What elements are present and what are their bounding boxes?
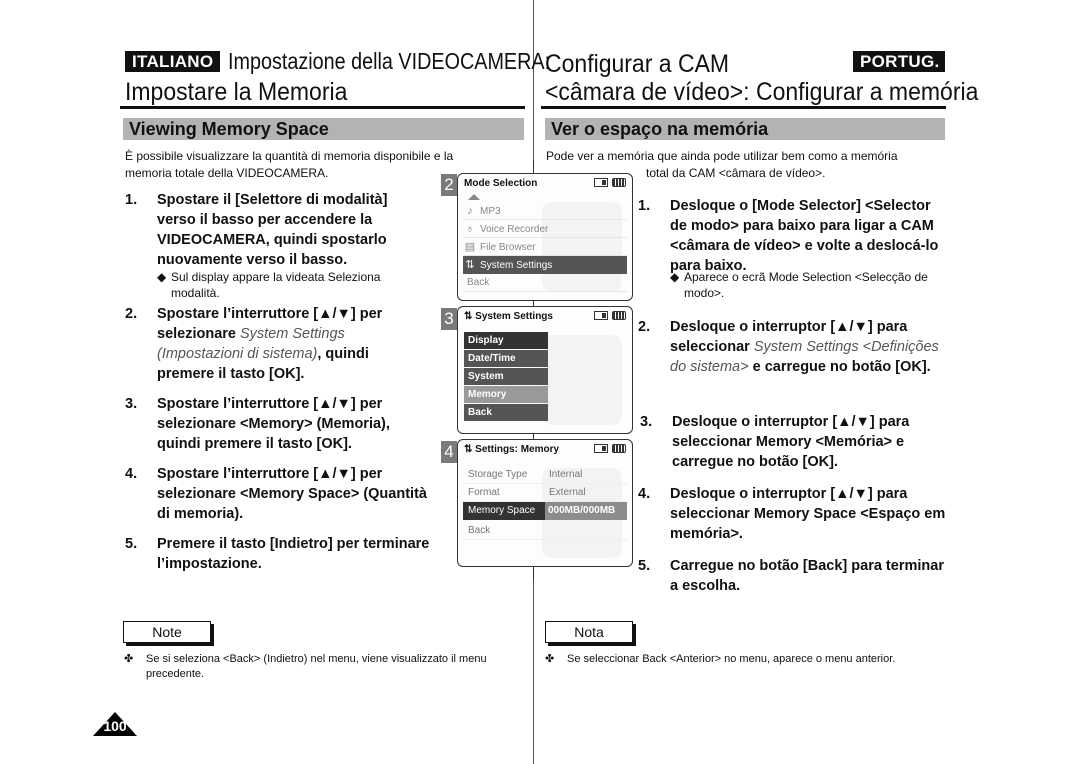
header-title-italian: Impostare la Memoria xyxy=(125,78,348,106)
battery-icon xyxy=(612,178,626,187)
note-bullet-icon: ✤ xyxy=(545,653,555,665)
memory-card-icon xyxy=(594,444,608,453)
settings-icon: ⇅ xyxy=(464,311,476,322)
menu-item-back[interactable]: Back xyxy=(464,404,548,421)
watermark xyxy=(542,335,622,425)
menu-item-mp3[interactable]: ♪ MP3 xyxy=(463,202,627,220)
step-1-italian: 1. Spostare il [Selettore di modalità] v… xyxy=(125,190,405,270)
screen-title: ⇅ System Settings xyxy=(464,311,553,322)
menu-item-system-settings[interactable]: ⇅ System Settings xyxy=(463,256,627,274)
note-bullet-icon: ✤ xyxy=(124,653,134,665)
setting-back[interactable]: Back xyxy=(463,522,627,540)
step-text: Spostare l’interruttore [▲/▼] per selezi… xyxy=(157,466,427,522)
scroll-up-icon xyxy=(468,194,480,200)
screen-title: Mode Selection xyxy=(464,178,538,189)
step-text: Carregue no botão [Back] para terminar a… xyxy=(670,558,944,594)
step-number: 5. xyxy=(638,558,651,574)
setting-format[interactable]: Format External xyxy=(463,484,627,502)
step-subtext: Aparece o ecrã Mode Selection <Selecção … xyxy=(684,270,928,300)
battery-icon xyxy=(612,444,626,453)
note-label-italian: Note xyxy=(123,621,211,643)
step-number: 2. xyxy=(638,319,651,335)
memory-space-value: 000MB/000MB xyxy=(545,502,627,520)
step-3-italian: 3. Spostare l’interruttore [▲/▼] per sel… xyxy=(125,394,405,454)
step-text: Desloque o interruptor [▲/▼] para selecc… xyxy=(672,414,910,470)
step-2-italian: 2. Spostare l’interruttore [▲/▼] per sel… xyxy=(125,304,405,384)
menu-item-back[interactable]: Back xyxy=(463,274,627,292)
step-text: Desloque o [Mode Selector] <Selector de … xyxy=(670,198,939,274)
step-number: 5. xyxy=(125,536,138,552)
note-text-portuguese: ✤ Se seleccionar Back <Anterior> no menu,… xyxy=(545,653,896,665)
file-icon: ▤ xyxy=(464,241,476,253)
section-title-italian: Viewing Memory Space xyxy=(123,118,524,140)
step-text-end: e carregue no botão [OK]. xyxy=(748,359,931,375)
setting-memory-space[interactable]: Memory Space 000MB/000MB xyxy=(463,502,627,520)
section-title-portuguese: Ver o espaço na memória xyxy=(545,118,945,140)
setting-storage-type[interactable]: Storage Type Internal xyxy=(463,466,627,484)
step-4-portuguese: 4. Desloque o interruptor [▲/▼] para sel… xyxy=(638,484,946,544)
settings-icon: ⇅ xyxy=(465,259,475,271)
screen-number-2: 2 xyxy=(441,174,457,196)
diamond-bullet-icon: ◆ xyxy=(670,270,680,284)
menu-item-memory[interactable]: Memory xyxy=(464,386,548,403)
menu-item-system[interactable]: System xyxy=(464,368,548,385)
diamond-bullet-icon: ◆ xyxy=(157,270,167,284)
menu-item-file-browser[interactable]: ▤ File Browser xyxy=(463,238,627,256)
microphone-icon: ♁ xyxy=(465,223,475,235)
step-text: Desloque o interruptor [▲/▼] para selecc… xyxy=(670,486,946,542)
step-text: Premere il tasto [Indietro] per terminar… xyxy=(157,536,430,572)
menu-item-display[interactable]: Display xyxy=(464,332,548,349)
screen-title: ⇅ Settings: Memory xyxy=(464,444,560,455)
battery-icon xyxy=(612,311,626,320)
header-subtitle-italian: Impostazione della VIDEOCAMERA: xyxy=(228,48,551,74)
language-badge-portuguese: PORTUG. xyxy=(853,51,945,72)
music-note-icon: ♪ xyxy=(467,205,473,217)
step-5-italian: 5. Premere il tasto [Indietro] per termi… xyxy=(125,534,435,574)
note-label-portuguese: Nota xyxy=(545,621,633,643)
step-subtext: Sul display appare la videata Seleziona … xyxy=(171,270,381,300)
screen-number-3: 3 xyxy=(441,308,457,330)
menu-item-voice-recorder[interactable]: ♁ Voice Recorder xyxy=(463,220,627,238)
step-number: 2. xyxy=(125,306,138,322)
settings-icon: ⇅ xyxy=(464,444,476,455)
step-2-portuguese: 2. Desloque o interruptor [▲/▼] para sel… xyxy=(638,317,946,377)
step-3-portuguese: 3. Desloque o interruptor [▲/▼] para sel… xyxy=(640,412,946,472)
memory-card-icon xyxy=(594,178,608,187)
step-1-portuguese: 1. Desloque o [Mode Selector] <Selector … xyxy=(638,196,946,276)
step-4-italian: 4. Spostare l’interruttore [▲/▼] per sel… xyxy=(125,464,435,524)
screen-mode-selection: Mode Selection ♪ MP3 ♁ Voice Recorder ▤ Fil… xyxy=(457,173,633,301)
step-number: 4. xyxy=(125,466,138,482)
language-badge-italian: ITALIANO xyxy=(125,51,221,72)
intro-italian: È possibile visualizzare la quantità di … xyxy=(125,149,454,180)
header-rule-left xyxy=(120,106,525,109)
step-text: Spostare l’interruttore [▲/▼] per selezi… xyxy=(157,396,390,452)
screen-number-4: 4 xyxy=(441,441,457,463)
step-number: 3. xyxy=(640,414,653,430)
memory-card-icon xyxy=(594,311,608,320)
intro-portuguese-line1: Pode ver a memória que ainda pode utiliz… xyxy=(546,149,898,163)
step-1-note-italian: ◆ Sul display appare la videata Seleziona… xyxy=(125,269,415,301)
step-number: 4. xyxy=(638,486,651,502)
screen-system-settings: ⇅ System Settings Display Date/Time Syst… xyxy=(457,306,633,434)
step-5-portuguese: 5. Carregue no botão [Back] para termina… xyxy=(638,556,946,596)
intro-portuguese-line2: total da CAM <câmara de vídeo>. xyxy=(646,166,826,180)
step-1-note-portuguese: ◆ Aparece o ecrã Mode Selection <Selecção… xyxy=(638,269,938,301)
screen-settings-memory: ⇅ Settings: Memory Storage Type Internal … xyxy=(457,439,633,567)
step-number: 1. xyxy=(125,192,138,208)
step-number: 3. xyxy=(125,396,138,412)
header-rule-right xyxy=(541,106,946,109)
header-title-portuguese: <câmara de vídeo>: Configurar a memória xyxy=(545,78,979,106)
note-text-italian: ✤ Se si seleziona <Back> (Indietro) nel m… xyxy=(124,653,487,680)
step-text: Spostare il [Selettore di modalità] vers… xyxy=(157,192,388,268)
menu-item-date-time[interactable]: Date/Time xyxy=(464,350,548,367)
page-number: 100 xyxy=(103,718,127,734)
step-number: 1. xyxy=(638,198,651,214)
header-subtitle-portuguese: Configurar a CAM xyxy=(545,50,730,78)
